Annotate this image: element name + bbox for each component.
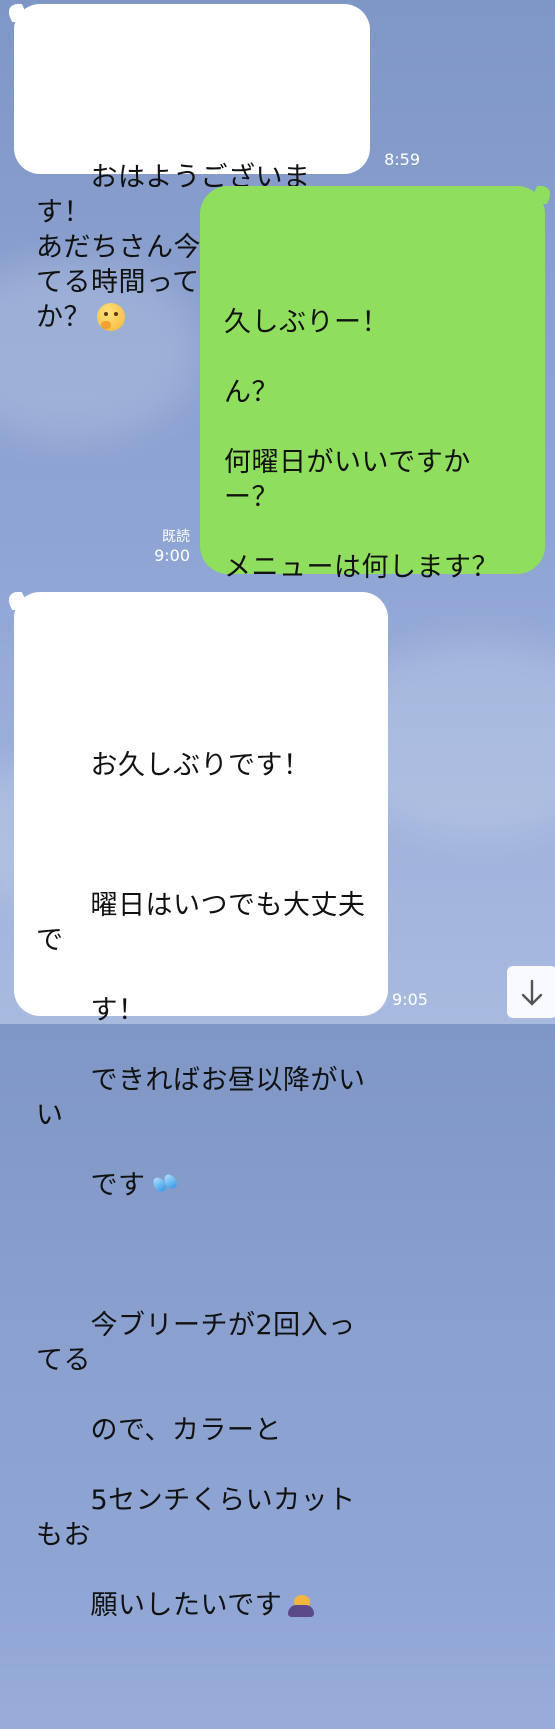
timestamp: 9:05 xyxy=(392,990,428,1009)
bubble-tail xyxy=(528,186,555,204)
message-meta-2: 既読 9:00 xyxy=(130,528,190,566)
sweat-droplets-icon xyxy=(150,1171,180,1197)
thinking-face-icon xyxy=(97,302,125,331)
bubble-tail xyxy=(3,592,31,610)
read-receipt: 既読 xyxy=(162,529,190,545)
message-bubble-outgoing[interactable]: 久しぶりー！ ん？ 何曜日がいいですかー？ メニューは何します？ xyxy=(200,186,555,583)
message-meta-3: 9:05 xyxy=(392,990,442,1010)
bowing-person-icon xyxy=(286,1589,316,1617)
chat-area[interactable]: おはようございます！ あだちさん今週予約空い てる時間ってありますか？ 8:59… xyxy=(0,0,555,1621)
timestamp: 8:59 xyxy=(384,150,420,169)
bubble-tail xyxy=(3,4,31,22)
message-meta-1: 8:59 xyxy=(370,150,420,170)
arrow-down-icon xyxy=(521,979,543,1006)
message-bubble-incoming-2[interactable]: お久しぶりです！ 曜日はいつでも大丈夫で す！ できればお昼以降がいい です 今… xyxy=(3,592,388,1621)
message-bubble-incoming-1[interactable]: おはようございます！ あだちさん今週予約空い てる時間ってありますか？ xyxy=(3,4,370,333)
message-text: 久しぶりー！ ん？ 何曜日がいいですかー？ メニューは何します？ xyxy=(224,307,499,583)
message-text: お久しぶりです！ 曜日はいつでも大丈夫で す！ できればお昼以降がいい です 今… xyxy=(36,750,366,1621)
scroll-to-bottom-button[interactable] xyxy=(507,966,555,1018)
timestamp: 9:00 xyxy=(154,546,190,565)
